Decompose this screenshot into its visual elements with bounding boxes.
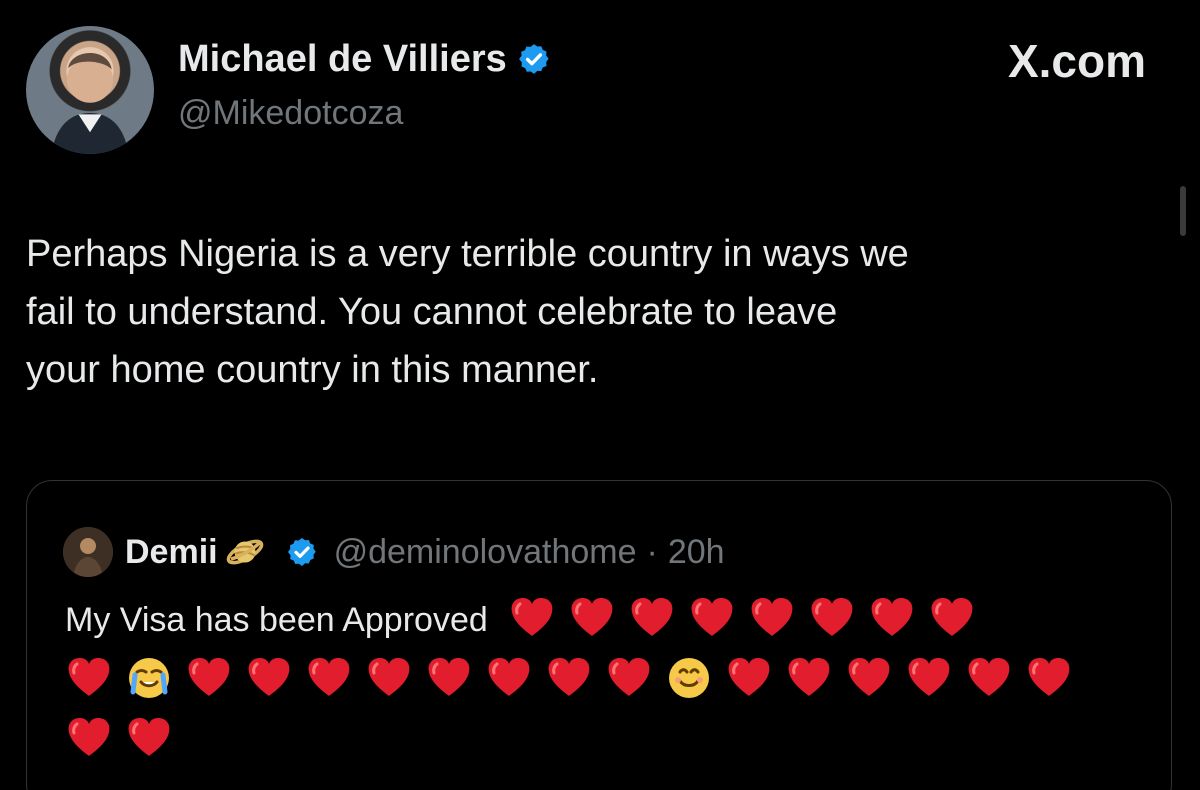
author-avatar[interactable]: [26, 26, 154, 154]
sob-emoji-icon: [125, 654, 173, 702]
quote-author-handle[interactable]: @deminolovathome: [334, 533, 637, 572]
author-header: Michael de Villiers: [178, 40, 551, 78]
brand-label: X.com: [1007, 35, 1146, 87]
heart-emoji-icon: [245, 654, 293, 702]
heart-emoji-icon: [868, 594, 916, 642]
heart-emoji-icon: [305, 654, 353, 702]
author-name[interactable]: Michael de Villiers: [178, 40, 507, 78]
quote-line-1: My Visa has been Approved: [65, 591, 988, 649]
quote-author-name[interactable]: Demii: [125, 533, 218, 572]
quote-line-2: [65, 651, 1085, 709]
smile-emoji-icon: [665, 654, 713, 702]
quote-timestamp[interactable]: 20h: [668, 533, 725, 572]
emoji-row-2: [65, 654, 1085, 707]
heart-emoji-icon: [508, 594, 556, 642]
heart-emoji-icon: [965, 654, 1013, 702]
heart-emoji-icon: [808, 594, 856, 642]
quote-text: My Visa has been Approved: [65, 600, 488, 639]
heart-emoji-icon: [748, 594, 796, 642]
heart-emoji-icon: [928, 594, 976, 642]
heart-emoji-icon: [568, 594, 616, 642]
quote-verified-icon: [286, 536, 318, 568]
emoji-row-1: [508, 594, 988, 647]
heart-emoji-icon: [65, 714, 113, 762]
scrollbar[interactable]: [1180, 186, 1186, 236]
heart-emoji-icon: [905, 654, 953, 702]
author-handle[interactable]: @Mikedotcoza: [178, 96, 403, 130]
heart-emoji-icon: [365, 654, 413, 702]
tweet-text: Perhaps Nigeria is a very terrible count…: [26, 233, 909, 391]
heart-emoji-icon: [485, 654, 533, 702]
heart-emoji-icon: [1025, 654, 1073, 702]
quote-avatar[interactable]: [63, 527, 113, 577]
heart-emoji-icon: [185, 654, 233, 702]
heart-emoji-icon: [65, 654, 113, 702]
emoji-row-3: [65, 714, 185, 767]
quoted-tweet-card[interactable]: Demii @deminolovathome · 20h My Visa has…: [26, 480, 1172, 790]
heart-emoji-icon: [425, 654, 473, 702]
quote-header: Demii @deminolovathome · 20h: [63, 527, 725, 577]
heart-emoji-icon: [688, 594, 736, 642]
heart-emoji-icon: [545, 654, 593, 702]
heart-emoji-icon: [628, 594, 676, 642]
meta-separator: ·: [646, 532, 658, 571]
heart-emoji-icon: [785, 654, 833, 702]
tweet-screen: Michael de Villiers @Mikedotcoza X.com P…: [0, 0, 1200, 790]
quote-line-3: [65, 711, 185, 769]
heart-emoji-icon: [725, 654, 773, 702]
heart-emoji-icon: [605, 654, 653, 702]
saturn-icon: [224, 531, 266, 573]
heart-emoji-icon: [125, 714, 173, 762]
heart-emoji-icon: [845, 654, 893, 702]
verified-icon: [517, 42, 551, 76]
